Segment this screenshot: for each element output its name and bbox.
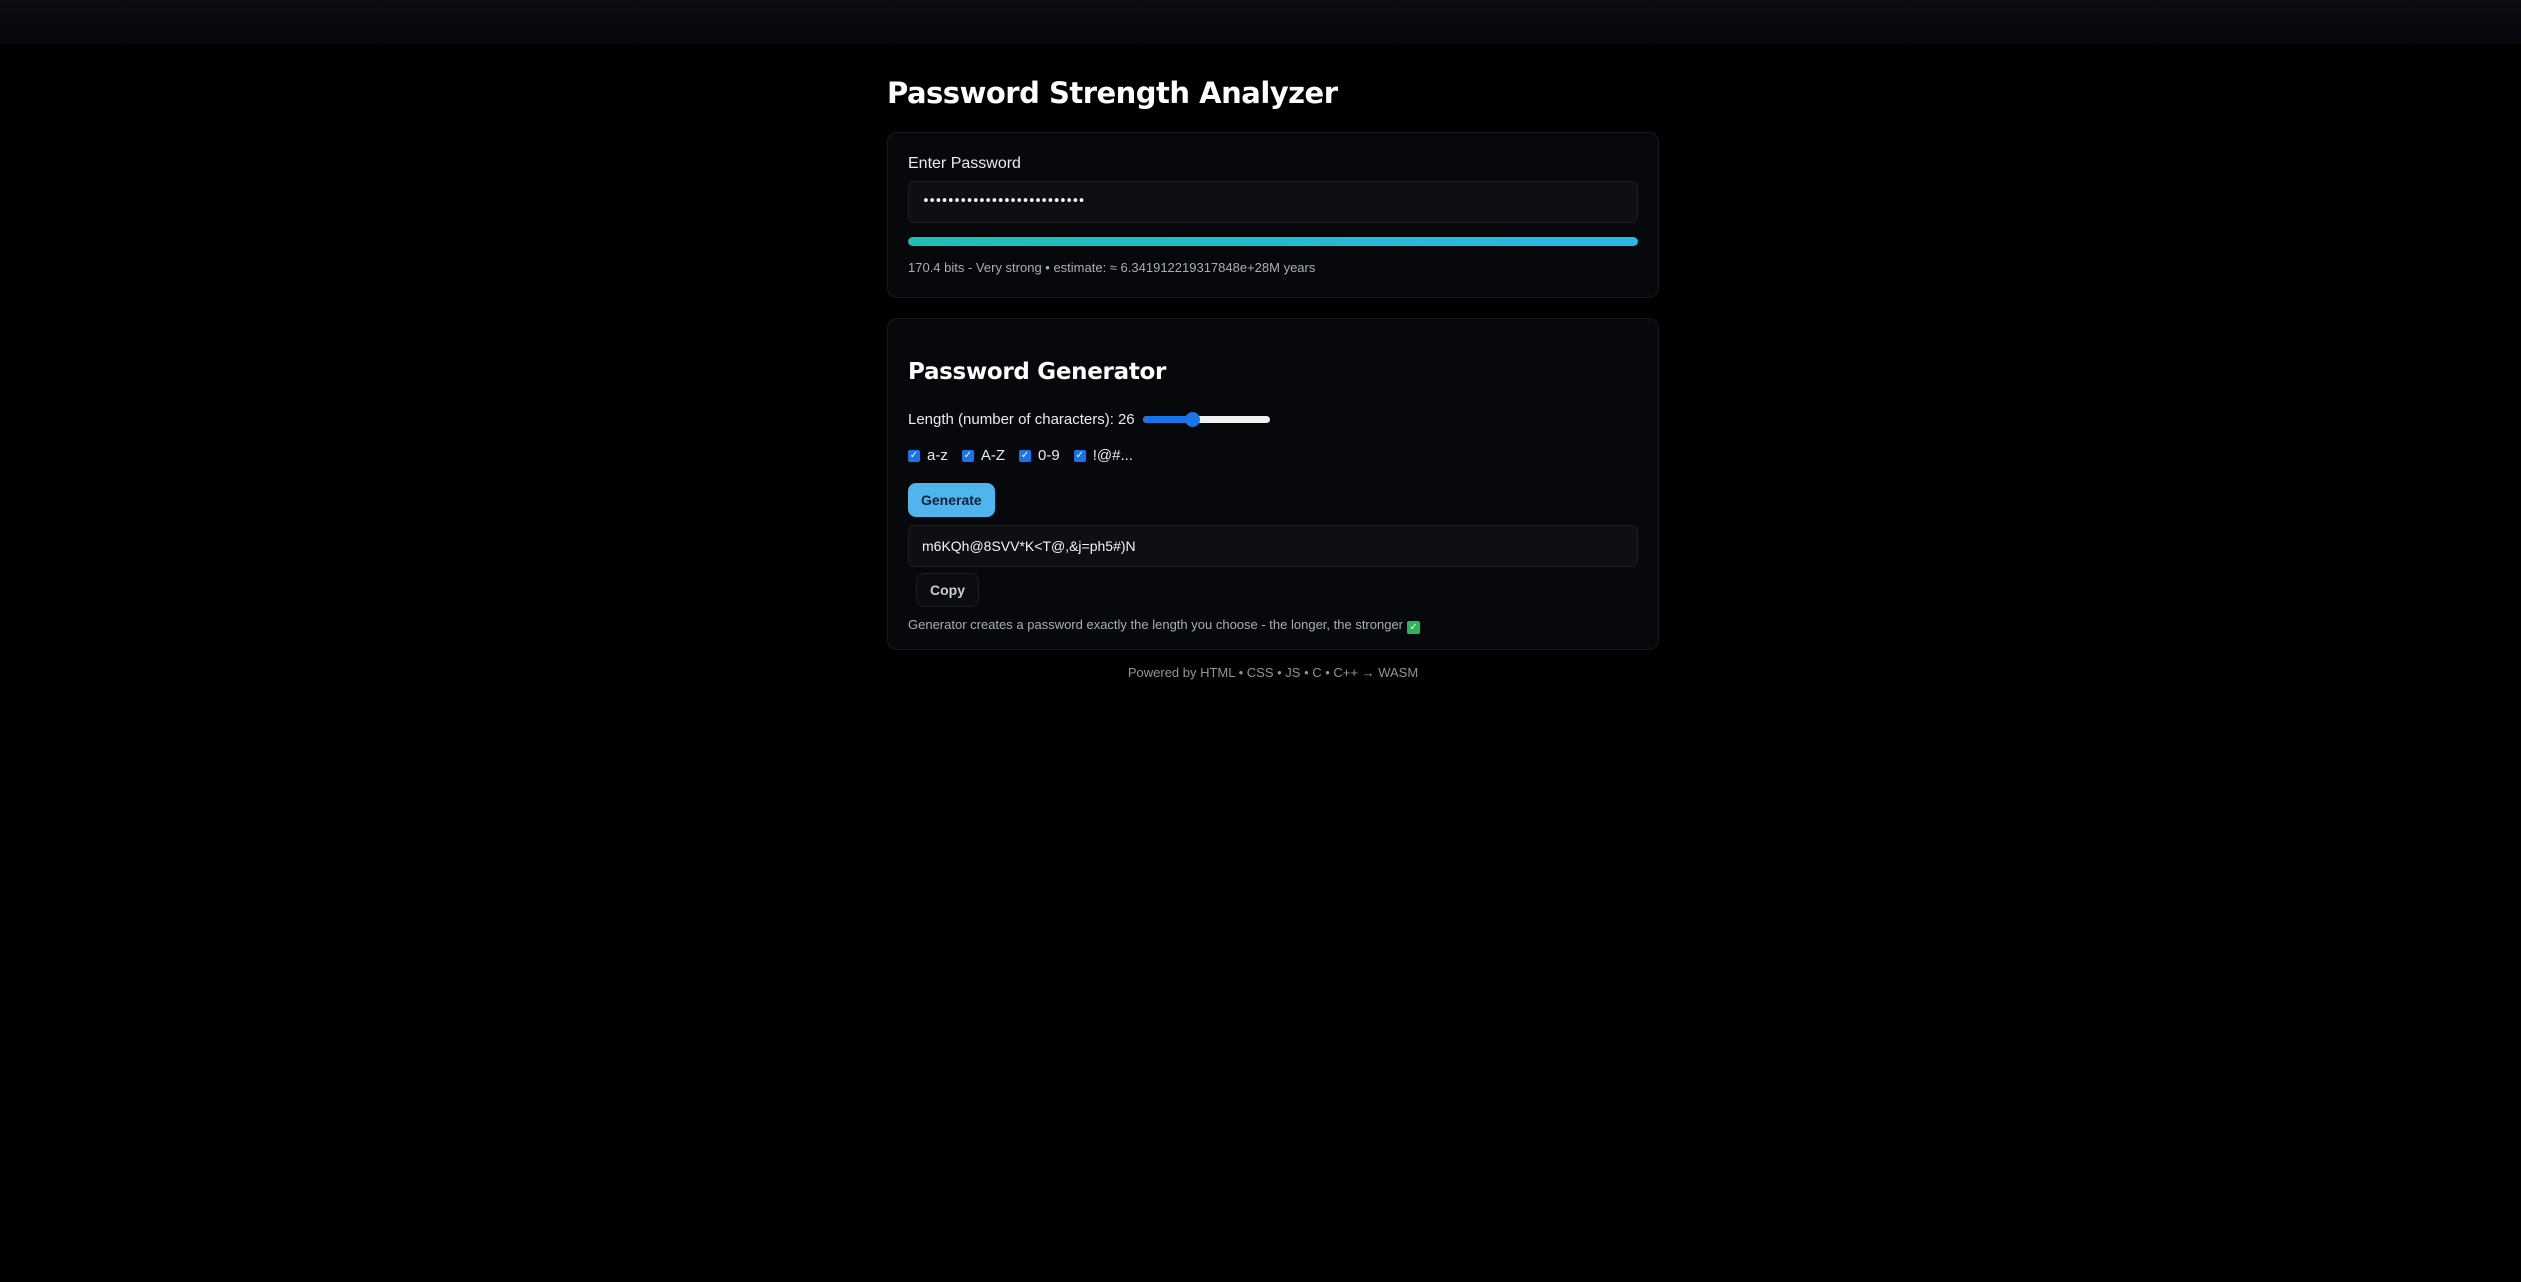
length-label: Length (number of characters): (908, 411, 1114, 428)
uppercase-checkbox[interactable]: ✓ (961, 449, 974, 462)
generator-card: Password Generator Length (number of cha… (887, 318, 1659, 650)
check-mark-icon: ✓ (1407, 621, 1421, 634)
strength-meter (908, 237, 1638, 246)
generated-password-field[interactable]: m6KQh@8SVV*K<T@,&j=ph5#)N (908, 525, 1638, 567)
option-uppercase[interactable]: ✓ A-Z (961, 447, 1006, 464)
analyzer-card: Enter Password •••••••••••••••••••••••••… (887, 132, 1659, 298)
generator-note-text: Generator creates a password exactly the… (908, 617, 1404, 632)
option-symbols[interactable]: ✓ !@#... (1073, 447, 1133, 464)
strength-meter-fill (908, 237, 1638, 246)
length-slider-thumb[interactable] (1185, 412, 1201, 427)
top-bar (0, 0, 2521, 44)
length-row: Length (number of characters): 26 (908, 411, 1270, 428)
copy-button[interactable]: Copy (916, 573, 979, 607)
option-lowercase[interactable]: ✓ a-z (908, 447, 948, 464)
main-container: Password Strength Analyzer Enter Passwor… (887, 60, 1659, 680)
generate-button[interactable]: Generate (908, 483, 995, 517)
lowercase-label: a-z (927, 447, 948, 464)
generator-note: Generator creates a password exactly the… (908, 617, 1421, 634)
uppercase-label: A-Z (980, 447, 1006, 464)
generator-title: Password Generator (908, 359, 1167, 385)
strength-info: 170.4 bits - Very strong • estimate: ≈ 6… (908, 260, 1316, 275)
digits-checkbox[interactable]: ✓ (1019, 449, 1032, 462)
charset-options: ✓ a-z ✓ A-Z ✓ 0-9 ✓ !@#... (908, 447, 1147, 464)
lowercase-checkbox[interactable]: ✓ (908, 449, 920, 462)
length-value: 26 (1117, 411, 1135, 428)
footer: Powered by HTML • CSS • JS • C • C++ → W… (1127, 665, 1419, 680)
symbols-checkbox[interactable]: ✓ (1073, 449, 1086, 462)
symbols-label: !@#... (1092, 447, 1133, 464)
length-slider[interactable] (1142, 412, 1270, 427)
digits-label: 0-9 (1038, 447, 1060, 464)
option-digits[interactable]: ✓ 0-9 (1019, 447, 1060, 464)
password-input[interactable]: •••••••••••••••••••••••••• (908, 181, 1638, 223)
page-title: Password Strength Analyzer (887, 76, 1338, 110)
password-label: Enter Password (908, 155, 1021, 172)
